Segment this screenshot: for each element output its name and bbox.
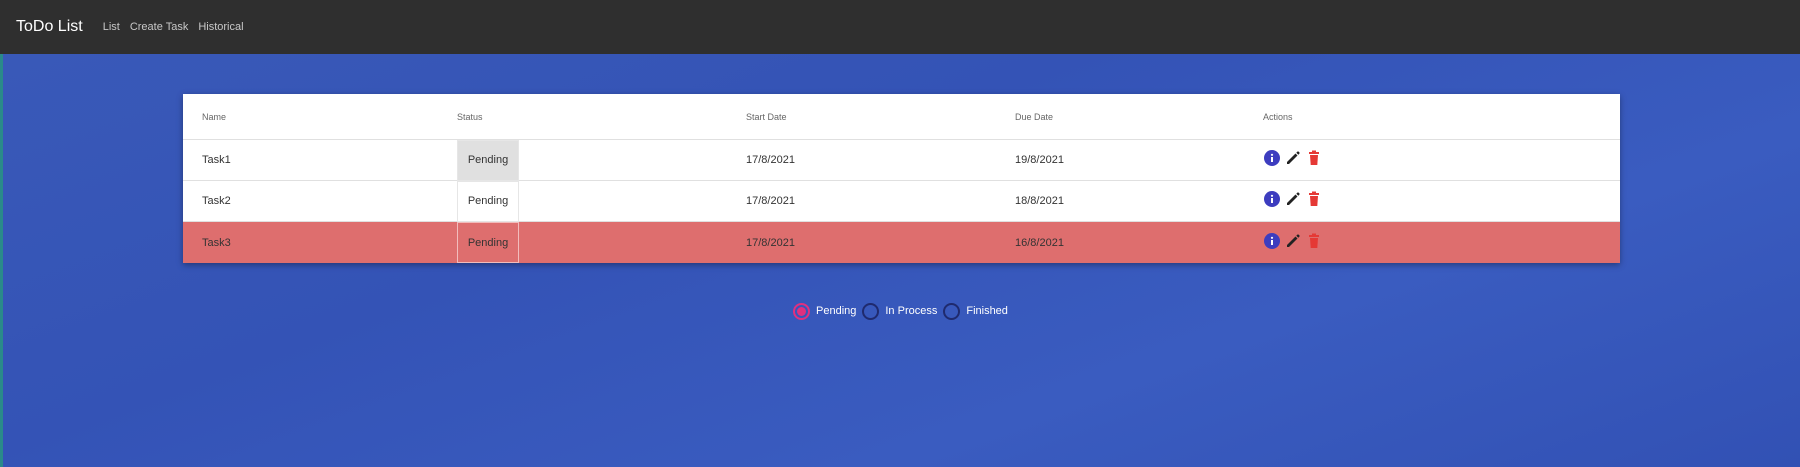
row-actions xyxy=(1263,140,1323,180)
table-row: Task2 Pending 17/8/2021 18/8/2021 xyxy=(183,180,1620,222)
info-icon[interactable] xyxy=(1263,149,1281,167)
window-edge xyxy=(0,0,3,467)
task-name: Task1 xyxy=(202,154,231,166)
header-start-date: Start Date xyxy=(746,111,787,122)
delete-icon[interactable] xyxy=(1305,190,1323,208)
row-actions xyxy=(1263,222,1323,263)
status-cell: Pending xyxy=(457,222,519,263)
status-filter: Pending In Process Finished xyxy=(793,302,1014,320)
due-date: 16/8/2021 xyxy=(1015,236,1064,249)
delete-icon[interactable] xyxy=(1305,149,1323,167)
filter-option-pending[interactable]: Pending xyxy=(793,302,857,320)
radio-finished[interactable] xyxy=(943,302,961,320)
due-date: 19/8/2021 xyxy=(1015,154,1064,166)
nav-link-create-task[interactable]: Create Task xyxy=(130,21,189,33)
nav-link-historical[interactable]: Historical xyxy=(198,21,243,33)
info-icon[interactable] xyxy=(1263,232,1281,250)
navbar: ToDo List List Create Task Historical xyxy=(0,0,1800,54)
edit-icon[interactable] xyxy=(1284,232,1302,250)
status-button[interactable]: Pending xyxy=(457,139,519,181)
delete-icon[interactable] xyxy=(1305,232,1323,250)
header-due-date: Due Date xyxy=(1015,111,1054,122)
status-button[interactable]: Pending xyxy=(457,222,519,263)
table-header-row: Name Status Start Date Due Date Actions xyxy=(183,94,1620,140)
start-date: 17/8/2021 xyxy=(746,154,795,166)
filter-option-in-process[interactable]: In Process xyxy=(862,302,938,320)
start-date: 17/8/2021 xyxy=(746,236,795,249)
brand-title[interactable]: ToDo List xyxy=(16,18,83,36)
header-name: Name xyxy=(202,111,227,122)
task-name: Task3 xyxy=(202,236,231,249)
info-icon[interactable] xyxy=(1263,190,1281,208)
nav-link-list[interactable]: List xyxy=(103,21,120,33)
header-actions: Actions xyxy=(1263,111,1293,122)
radio-label-pending: Pending xyxy=(816,305,857,317)
radio-label-finished: Finished xyxy=(966,305,1008,317)
radio-pending[interactable] xyxy=(793,302,810,320)
status-cell: Pending xyxy=(457,139,519,181)
due-date: 18/8/2021 xyxy=(1015,195,1064,207)
radio-label-in-process: In Process xyxy=(885,305,938,317)
table-row-overdue: Task3 Pending 17/8/2021 16/8/2021 xyxy=(183,222,1620,263)
edit-icon[interactable] xyxy=(1284,190,1302,208)
task-table: Name Status Start Date Due Date Actions … xyxy=(183,94,1620,263)
edit-icon[interactable] xyxy=(1284,149,1302,167)
row-actions xyxy=(1263,181,1323,221)
task-name: Task2 xyxy=(202,195,231,207)
filter-option-finished[interactable]: Finished xyxy=(943,302,1008,320)
header-status: Status xyxy=(457,111,483,122)
table-row: Task1 Pending 17/8/2021 19/8/2021 xyxy=(183,139,1620,181)
status-cell: Pending xyxy=(457,180,519,222)
start-date: 17/8/2021 xyxy=(746,195,795,207)
radio-in-process[interactable] xyxy=(862,302,880,320)
status-button[interactable]: Pending xyxy=(457,180,519,222)
